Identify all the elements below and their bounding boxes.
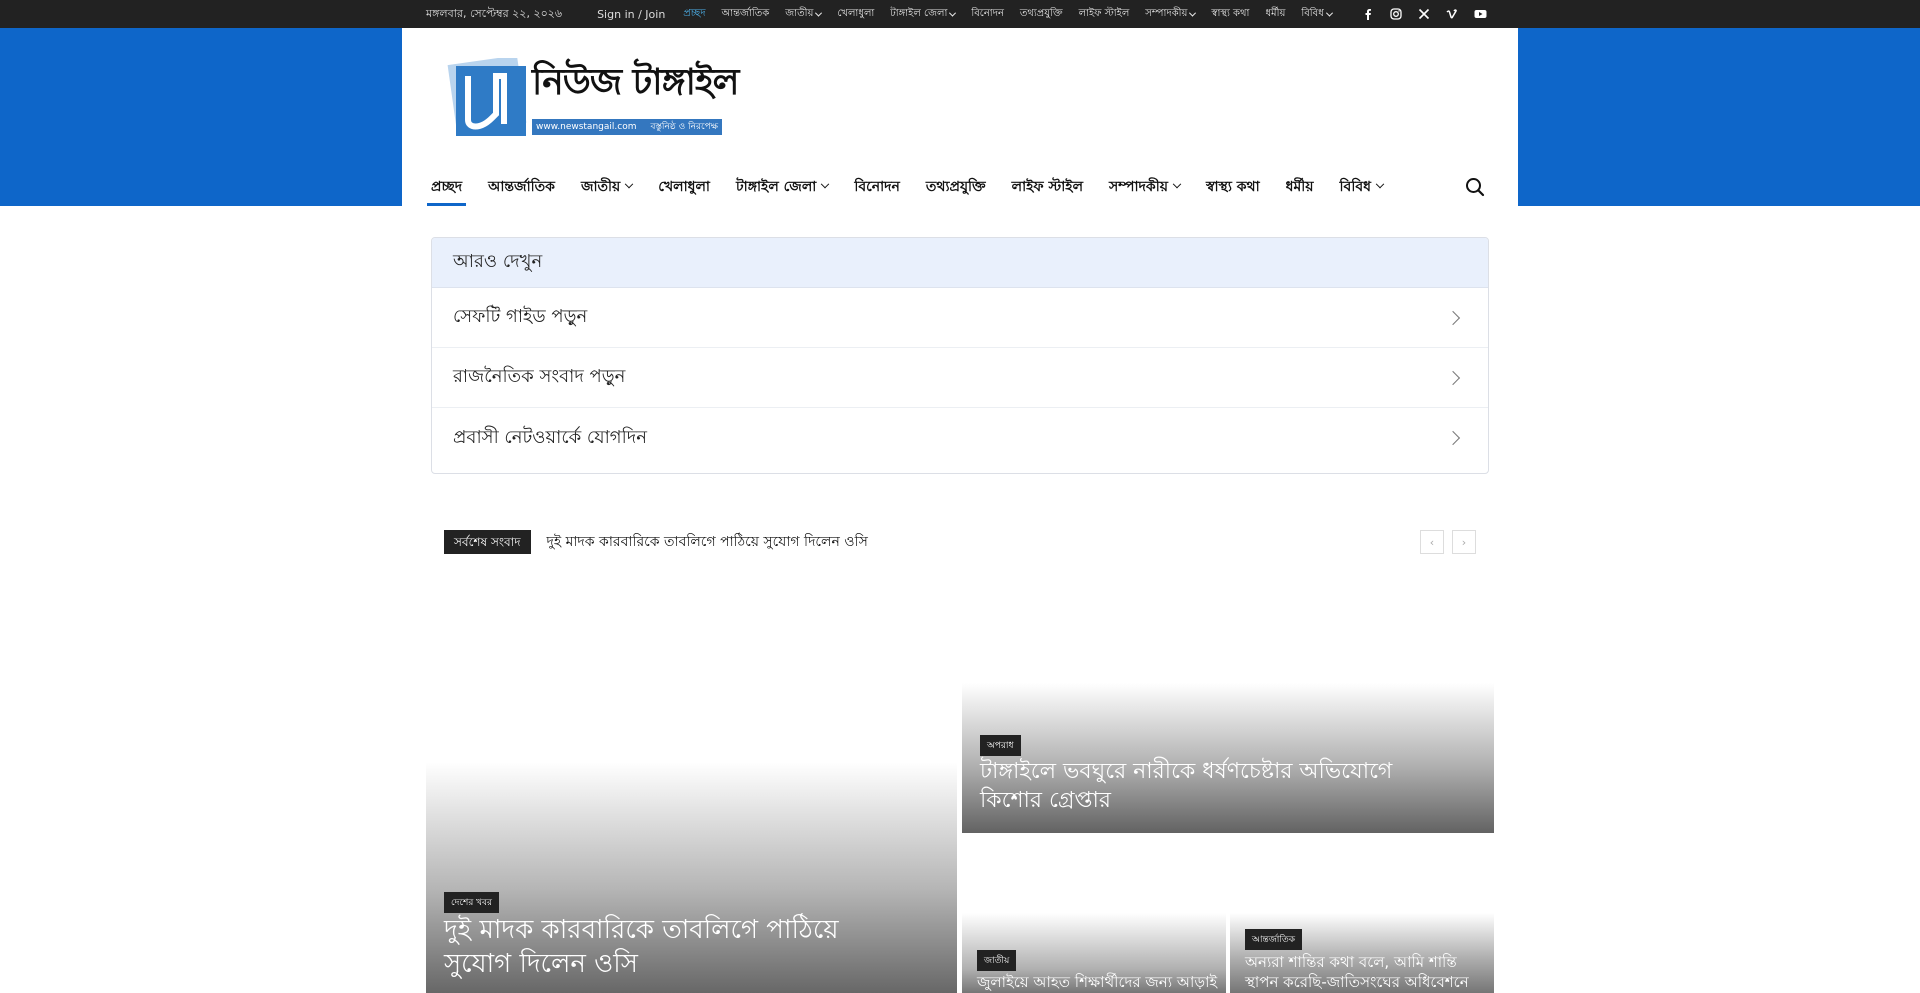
logo-url-strip: www.newstangail.com বস্তুনিষ্ঠ ও নিরপেক্… bbox=[532, 119, 722, 135]
nav-entertainment[interactable]: বিনোদন bbox=[854, 168, 900, 206]
top-menu-religion[interactable]: ধর্মীয় bbox=[1265, 6, 1285, 23]
site-logo[interactable]: নিউজ টাঙ্গাইল www.newstangail.com বস্তুন… bbox=[446, 53, 739, 143]
card-title: টাঙ্গাইলে ভবঘুরে নারীকে ধর্ষণচেষ্টার অভি… bbox=[980, 759, 1393, 813]
vimeo-icon[interactable] bbox=[1438, 0, 1466, 28]
category-badge[interactable]: অপরাধ bbox=[980, 735, 1021, 756]
chevron-right-icon bbox=[1445, 430, 1461, 446]
chevron-down-icon bbox=[625, 179, 634, 189]
ticker-nav: ‹ › bbox=[1412, 530, 1476, 554]
x-icon[interactable] bbox=[1410, 0, 1438, 28]
chevron-down-icon bbox=[1325, 9, 1333, 17]
nav-health[interactable]: স্বাস্থ্য কথা bbox=[1206, 168, 1260, 206]
site-header: নিউজ টাঙ্গাইল www.newstangail.com বস্তুন… bbox=[402, 28, 1518, 206]
top-menu-national[interactable]: জাতীয় bbox=[785, 6, 823, 23]
chevron-down-icon bbox=[1375, 179, 1385, 189]
nav-home[interactable]: প্রচ্ছদ bbox=[426, 168, 467, 206]
logo-mark-icon bbox=[447, 58, 527, 136]
nav-misc[interactable]: বিবিধ bbox=[1340, 168, 1385, 206]
chevron-down-icon bbox=[815, 9, 823, 17]
also-see-heading: আরও দেখুন bbox=[432, 238, 1488, 288]
logo-tagline: বস্তুনিষ্ঠ ও নিরপেক্ষ bbox=[650, 122, 718, 132]
top-menu-sports[interactable]: খেলাধুলা bbox=[837, 6, 874, 23]
nav-editorial[interactable]: সম্পাদকীয় bbox=[1109, 168, 1182, 206]
chevron-down-icon bbox=[821, 179, 830, 189]
social-links bbox=[1354, 0, 1494, 28]
top-menu-technology[interactable]: তথ্যপ্রযুক্তি bbox=[1020, 6, 1063, 23]
logo-wordmark: নিউজ টাঙ্গাইল bbox=[532, 61, 739, 103]
also-see-box: আরও দেখুন সেফটি গাইড পড়ুন রাজনৈতিক সংবা… bbox=[431, 237, 1489, 474]
nav-technology[interactable]: তথ্যপ্রযুক্তি bbox=[926, 168, 986, 206]
also-see-item-label: সেফটি গাইড পড়ুন bbox=[453, 306, 588, 327]
current-date: মঙ্গলবার, সেপ্টেম্বর ২২, ২০২৬ bbox=[426, 6, 563, 20]
top-menu-entertainment[interactable]: বিনোদন bbox=[971, 6, 1004, 23]
top-menu: প্রচ্ছদ আন্তর্জাতিক জাতীয় খেলাধুলা টাঙ্… bbox=[675, 6, 1340, 23]
top-bar: মঙ্গলবার, সেপ্টেম্বর ২২, ২০২৬ Sign in / … bbox=[0, 0, 1920, 28]
breaking-news-ticker: সর্বশেষ সংবাদ দুই মাদক কারবারিকে তাবলিগে… bbox=[444, 530, 1476, 554]
nav-international[interactable]: আন্তর্জাতিক bbox=[488, 168, 555, 206]
chevron-down-icon bbox=[949, 9, 957, 17]
top-menu-lifestyle[interactable]: লাইফ স্টাইল bbox=[1079, 6, 1130, 23]
ticker-prev-button[interactable]: ‹ bbox=[1420, 530, 1444, 554]
ticker-next-button[interactable]: › bbox=[1452, 530, 1476, 554]
nav-lifestyle[interactable]: লাইফ স্টাইল bbox=[1012, 168, 1083, 206]
news-card[interactable]: অপরাধ টাঙ্গাইলে ভবঘুরে নারীকে ধর্ষণচেষ্ট… bbox=[962, 683, 1494, 833]
chevron-down-icon bbox=[1172, 179, 1182, 189]
search-button[interactable] bbox=[1460, 172, 1490, 202]
top-menu-tangail[interactable]: টাঙ্গাইল জেলা bbox=[890, 6, 957, 23]
news-card[interactable]: জাতীয় জুলাইয়ে আহত শিক্ষার্থীদের জন্য আ… bbox=[962, 913, 1226, 993]
chevron-right-icon bbox=[1445, 310, 1461, 325]
featured-news-card[interactable]: দেশের খবর দুই মাদক কারবারিকে তাবলিগে পাঠ… bbox=[426, 762, 957, 993]
chevron-right-icon bbox=[1445, 370, 1461, 385]
category-badge[interactable]: দেশের খবর bbox=[444, 892, 500, 913]
also-see-item-label: রাজনৈতিক সংবাদ পড়ুন bbox=[453, 366, 626, 387]
nav-sports[interactable]: খেলাধুলা bbox=[658, 168, 710, 206]
category-badge[interactable]: জাতীয় bbox=[977, 950, 1017, 971]
also-see-item[interactable]: রাজনৈতিক সংবাদ পড়ুন bbox=[432, 348, 1488, 408]
main-nav: প্রচ্ছদ আন্তর্জাতিক জাতীয় খেলাধুলা টাঙ্… bbox=[418, 168, 1396, 206]
nav-national[interactable]: জাতীয় bbox=[581, 168, 634, 206]
also-see-item-label: প্রবাসী নেটওয়ার্কে যোগদিন bbox=[453, 426, 647, 448]
category-badge[interactable]: আন্তর্জাতিক bbox=[1245, 929, 1302, 950]
top-menu-editorial[interactable]: সম্পাদকীয় bbox=[1145, 6, 1197, 23]
card-title: দুই মাদক কারবারিকে তাবলিগে পাঠিয়ে সুযোগ… bbox=[444, 915, 839, 979]
logo-url: www.newstangail.com bbox=[536, 122, 637, 132]
facebook-icon[interactable] bbox=[1354, 0, 1382, 28]
news-card[interactable]: আন্তর্জাতিক অন্যরা শান্তির কথা বলে, আমি … bbox=[1230, 913, 1494, 993]
also-see-item[interactable]: সেফটি গাইড পড়ুন bbox=[432, 288, 1488, 348]
signin-link[interactable]: Sign in / Join bbox=[597, 8, 665, 21]
youtube-icon[interactable] bbox=[1466, 0, 1494, 28]
ticker-label: সর্বশেষ সংবাদ bbox=[444, 530, 531, 554]
nav-religion[interactable]: ধর্মীয় bbox=[1286, 168, 1314, 206]
top-menu-international[interactable]: আন্তর্জাতিক bbox=[721, 6, 769, 23]
also-see-item[interactable]: প্রবাসী নেটওয়ার্কে যোগদিন bbox=[432, 408, 1488, 468]
top-menu-home[interactable]: প্রচ্ছদ bbox=[683, 6, 705, 23]
card-title: অন্যরা শান্তির কথা বলে, আমি শান্তি স্থাপ… bbox=[1245, 953, 1469, 991]
top-bar-inner: মঙ্গলবার, সেপ্টেম্বর ২২, ২০২৬ Sign in / … bbox=[426, 0, 1494, 28]
top-menu-health[interactable]: স্বাস্থ্য কথা bbox=[1211, 6, 1249, 23]
nav-tangail[interactable]: টাঙ্গাইল জেলা bbox=[736, 168, 830, 206]
ticker-headline[interactable]: দুই মাদক কারবারিকে তাবলিগে পাঠিয়ে সুযোগ… bbox=[547, 530, 868, 554]
top-menu-misc[interactable]: বিবিধ bbox=[1301, 6, 1333, 23]
search-icon bbox=[1466, 178, 1485, 197]
chevron-down-icon bbox=[1189, 9, 1197, 17]
instagram-icon[interactable] bbox=[1382, 0, 1410, 28]
card-title: জুলাইয়ে আহত শিক্ষার্থীদের জন্য আড়াই bbox=[977, 973, 1218, 991]
